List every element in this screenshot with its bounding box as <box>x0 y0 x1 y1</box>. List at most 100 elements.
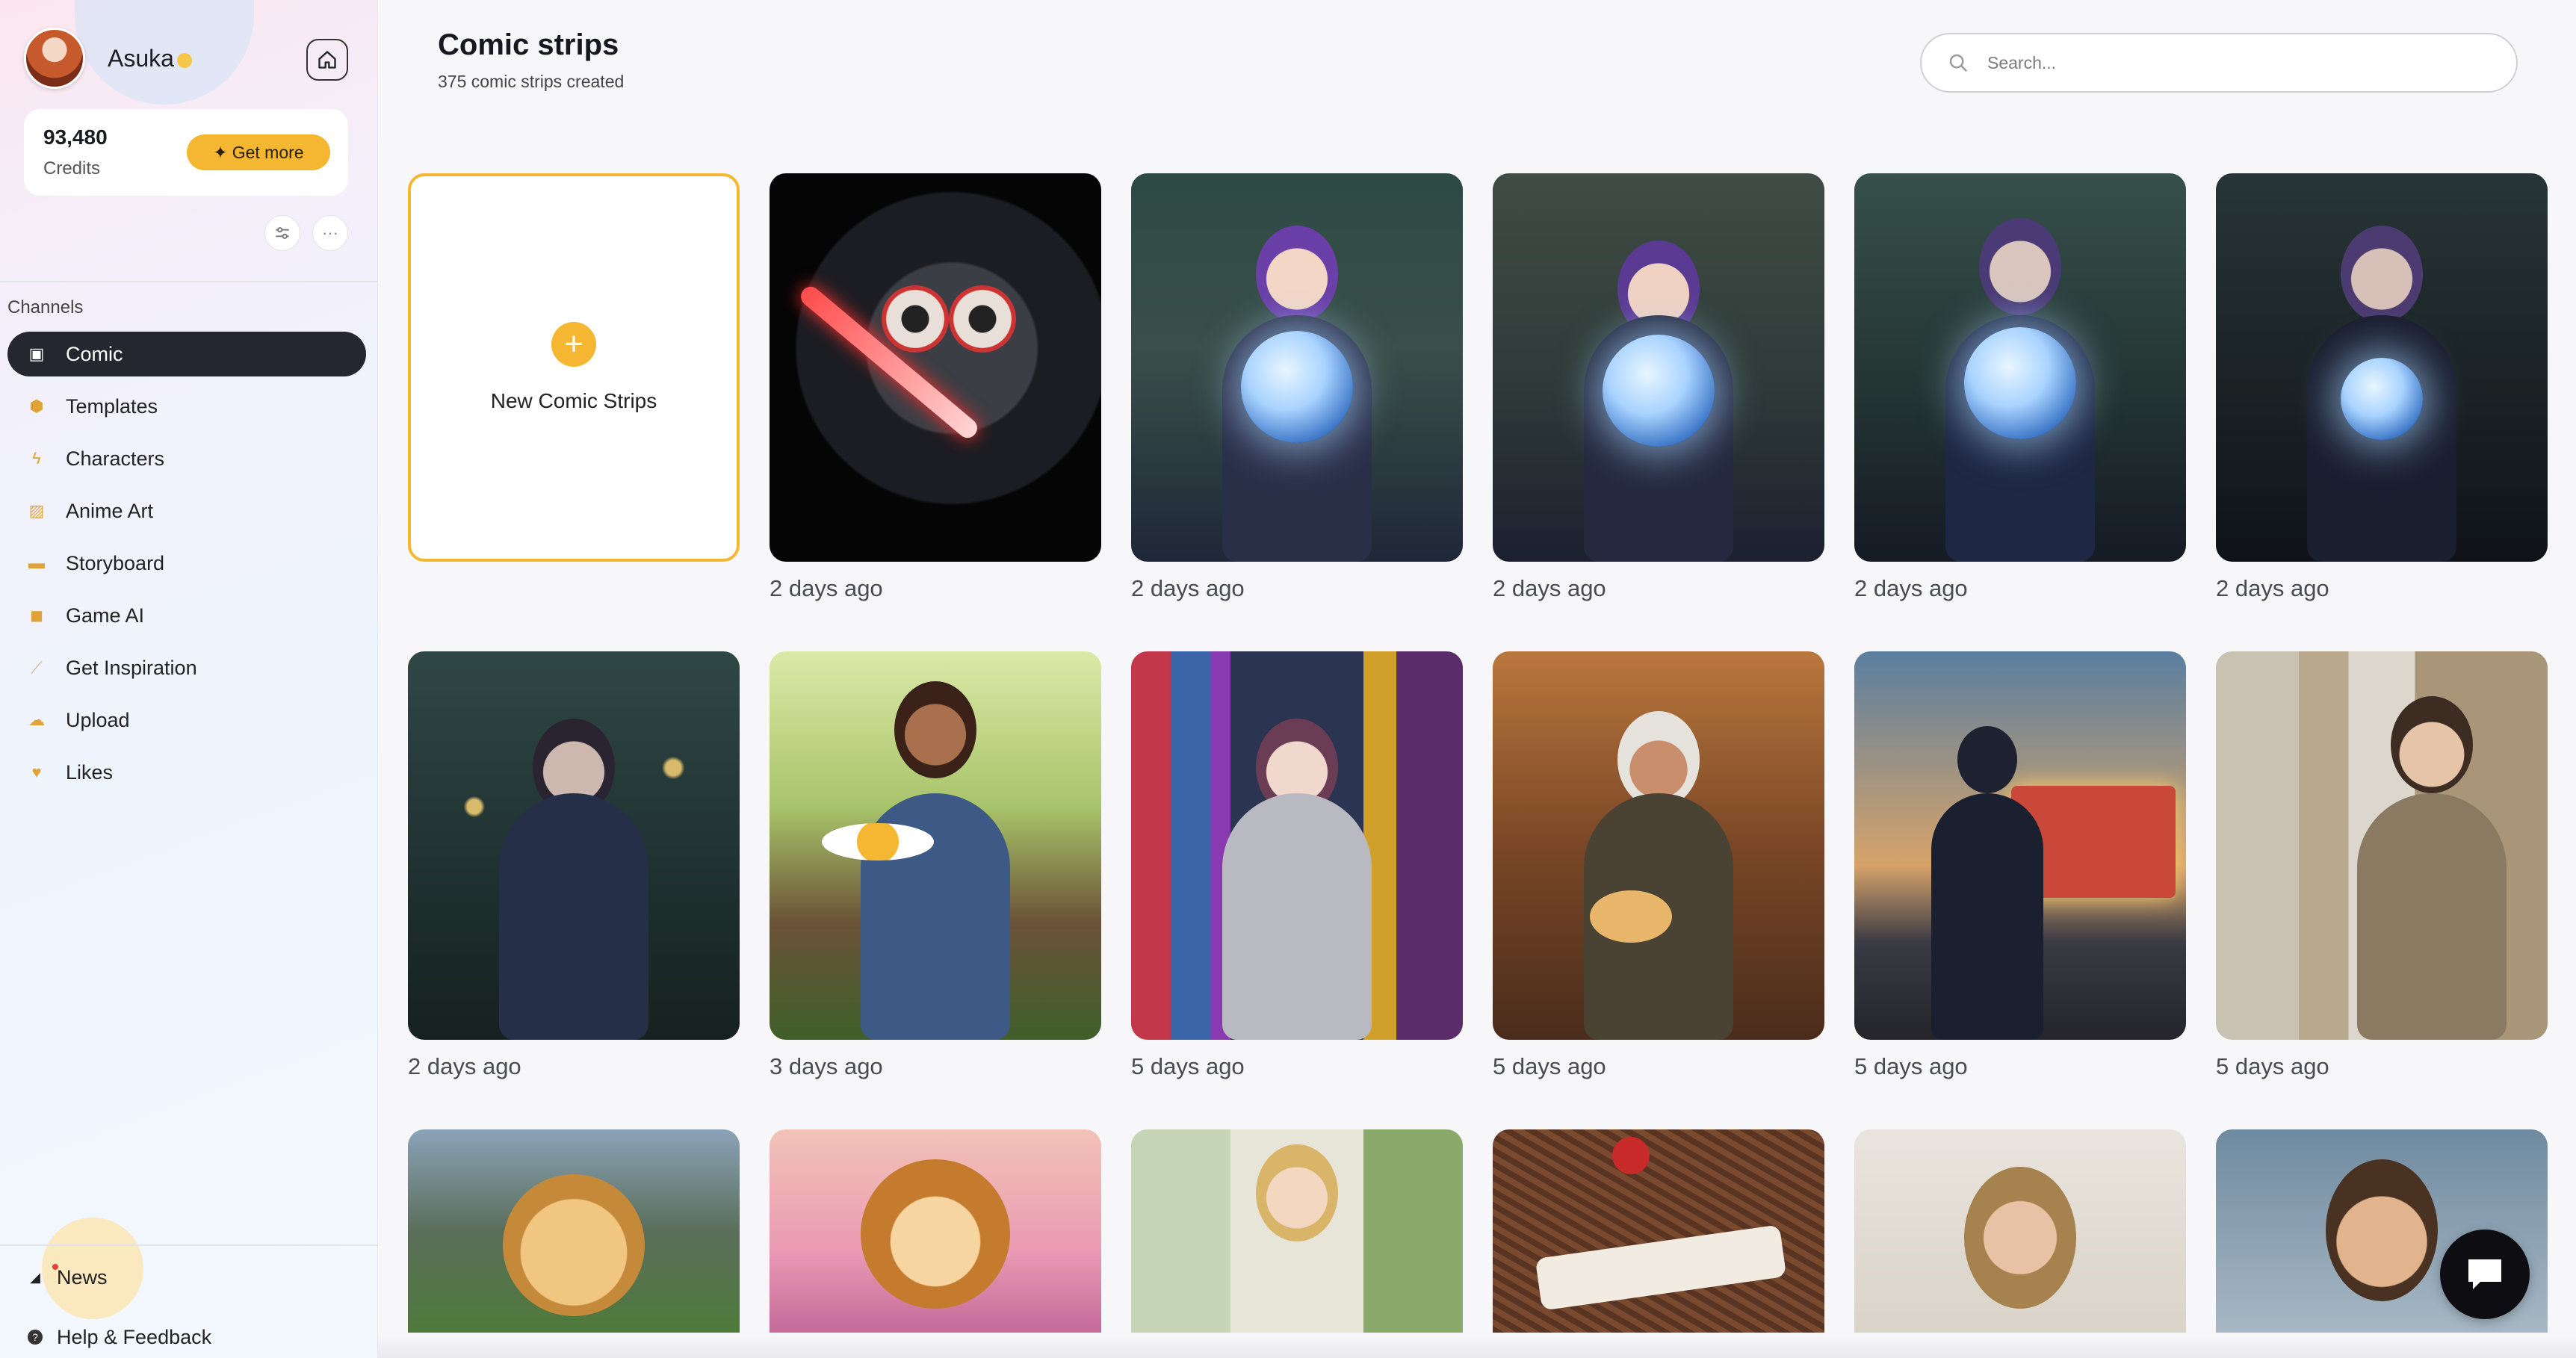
home-button[interactable] <box>306 39 348 81</box>
card-timestamp: 5 days ago <box>2216 1053 2329 1079</box>
megaphone-icon: ◢ <box>30 1269 40 1285</box>
clapper-icon: ▣ <box>28 344 45 363</box>
chat-button[interactable] <box>2440 1230 2530 1319</box>
avatar[interactable] <box>24 28 85 89</box>
comic-card[interactable]: 5 days ago <box>1131 651 1463 1086</box>
comic-thumbnail[interactable] <box>1131 651 1463 1040</box>
crystal-ball-shape <box>1603 335 1715 447</box>
new-comic-label: New Comic Strips <box>490 389 657 412</box>
sidebar-item-upload[interactable]: ☁ Upload <box>7 698 366 742</box>
character-body <box>1222 793 1372 1040</box>
folder-icon: ▬ <box>28 554 45 572</box>
scroll-shade <box>378 1336 2576 1358</box>
comic-card[interactable]: 2 days ago <box>1131 173 1463 608</box>
gamepad-icon: ◼ <box>29 606 44 624</box>
card-timestamp: 2 days ago <box>1854 575 1968 601</box>
dog-head <box>861 1159 1010 1309</box>
search-input[interactable] <box>1987 52 2436 73</box>
card-timestamp: 2 days ago <box>408 1053 521 1079</box>
comic-grid: + New Comic Strips 2 days ago 2 days ago… <box>408 173 2548 1333</box>
comic-thumbnail[interactable] <box>770 173 1101 562</box>
box-icon: ⬢ <box>29 397 44 415</box>
filter-button[interactable] <box>264 215 300 251</box>
new-comic-button[interactable]: + New Comic Strips <box>408 173 740 562</box>
comic-card[interactable]: 5 days ago <box>1854 651 2186 1086</box>
comic-card[interactable]: 5 days ago <box>2216 651 2548 1086</box>
crystal-ball-shape <box>2341 357 2423 440</box>
comic-thumbnail[interactable] <box>1854 651 2186 1040</box>
comic-card[interactable]: 2 days ago <box>1854 173 2186 608</box>
comic-thumbnail[interactable] <box>770 1129 1101 1333</box>
comic-thumbnail[interactable] <box>1493 173 1824 562</box>
profile[interactable]: Asuka <box>24 27 192 90</box>
more-options-button[interactable]: ··· <box>312 215 348 251</box>
comic-thumbnail[interactable] <box>1493 651 1824 1040</box>
sidebar-item-anime-art[interactable]: ▨ Anime Art <box>7 489 366 533</box>
cherry-shape <box>1612 1137 1650 1174</box>
comic-thumbnail[interactable] <box>1854 1129 2186 1333</box>
card-timestamp: 2 days ago <box>1493 575 1606 601</box>
sidebar-item-comic[interactable]: ▣ Comic <box>7 332 366 376</box>
sidebar-item-label: Upload <box>66 708 130 731</box>
comic-card[interactable] <box>408 1129 740 1333</box>
character-head <box>894 681 976 778</box>
comic-thumbnail[interactable] <box>1131 1129 1463 1333</box>
cloud-icon: ☁ <box>28 710 45 729</box>
sidebar-item-label: Storyboard <box>66 551 165 574</box>
sidebar-item-news[interactable]: ◢ News <box>25 1255 369 1300</box>
comic-thumbnail[interactable] <box>408 651 740 1040</box>
comic-thumbnail[interactable] <box>1131 173 1463 562</box>
character-body <box>1931 793 2043 1040</box>
comic-card[interactable] <box>1854 1129 2186 1333</box>
eye-shape <box>882 285 949 353</box>
comic-card[interactable]: 2 days ago <box>1493 173 1824 608</box>
character-head <box>1256 226 1338 323</box>
username-text: Asuka <box>108 44 174 72</box>
comic-thumbnail[interactable] <box>2216 651 2548 1040</box>
card-timestamp: 5 days ago <box>1131 1053 1245 1079</box>
comic-thumbnail[interactable] <box>1854 173 2186 562</box>
image-icon: ▨ <box>28 501 45 520</box>
card-timestamp: 2 days ago <box>770 575 883 601</box>
sidebar-item-storyboard[interactable]: ▬ Storyboard <box>7 541 366 586</box>
comic-card[interactable]: 2 days ago <box>770 173 1101 608</box>
wand-icon: ⟋ <box>31 658 43 677</box>
sidebar-item-characters[interactable]: ϟ Characters <box>7 436 366 481</box>
get-more-button[interactable]: ✦ Get more <box>187 134 330 170</box>
character-body <box>2356 793 2507 1040</box>
page-subtitle: 375 comic strips created <box>438 72 625 91</box>
new-comic-card[interactable]: + New Comic Strips <box>408 173 740 608</box>
lightning-icon: ϟ <box>32 449 41 468</box>
sidebar-item-likes[interactable]: ♥ Likes <box>7 750 366 795</box>
comic-card[interactable]: 2 days ago <box>408 651 740 1086</box>
search-bar[interactable] <box>1920 33 2518 93</box>
sidebar-item-label: Help & Feedback <box>57 1325 212 1348</box>
sidebar-item-game-ai[interactable]: ◼ Game AI <box>7 593 366 638</box>
sidebar-item-label: Game AI <box>66 604 145 627</box>
character-head <box>1964 1167 2076 1309</box>
sidebar-item-label: Anime Art <box>66 499 154 522</box>
card-timestamp: 5 days ago <box>1854 1053 1968 1079</box>
sidebar-item-label: Templates <box>66 394 158 418</box>
comic-card[interactable]: 3 days ago <box>770 651 1101 1086</box>
sidebar-item-help-feedback[interactable]: ? Help & Feedback <box>25 1315 369 1358</box>
comic-thumbnail[interactable] <box>770 651 1101 1040</box>
sidebar-divider <box>0 1244 378 1246</box>
comic-card[interactable]: 5 days ago <box>1493 651 1824 1086</box>
sidebar-item-label: Get Inspiration <box>66 656 197 679</box>
card-timestamp: 3 days ago <box>770 1053 883 1079</box>
card-timestamp: 2 days ago <box>1131 575 1245 601</box>
comic-card[interactable] <box>1493 1129 1824 1333</box>
comic-card[interactable]: 2 days ago <box>2216 173 2548 608</box>
comic-card[interactable] <box>770 1129 1101 1333</box>
cake-icing-shape <box>1535 1224 1787 1311</box>
character-head <box>2390 696 2473 793</box>
comic-thumbnail[interactable] <box>408 1129 740 1333</box>
comic-thumbnail[interactable] <box>2216 173 2548 562</box>
sidebar-item-label: Comic <box>66 342 123 365</box>
sidebar-item-templates[interactable]: ⬢ Templates <box>7 384 366 429</box>
pancake-shape <box>1590 890 1672 943</box>
comic-thumbnail[interactable] <box>1493 1129 1824 1333</box>
sidebar-item-get-inspiration[interactable]: ⟋ Get Inspiration <box>7 645 366 690</box>
comic-card[interactable] <box>1131 1129 1463 1333</box>
